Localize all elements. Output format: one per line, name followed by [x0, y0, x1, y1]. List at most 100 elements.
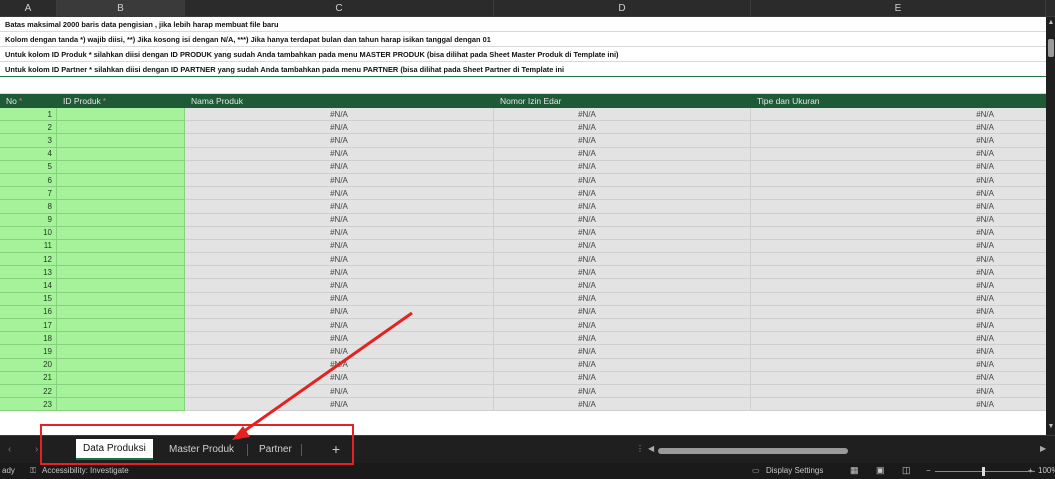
cell-no[interactable]: 17	[0, 319, 57, 333]
cell-tipe-dan-ukuran[interactable]: #N/A	[751, 279, 1046, 293]
cell-nama-produk[interactable]: #N/A	[185, 384, 494, 399]
zoom-slider-thumb[interactable]	[982, 467, 985, 476]
zoom-out-button[interactable]: −	[926, 466, 931, 475]
scroll-left-icon[interactable]: ◀	[648, 444, 654, 453]
cell-nama-produk[interactable]: #N/A	[185, 239, 494, 254]
accessibility-icon[interactable]: ⚿	[30, 466, 36, 476]
display-settings-button[interactable]: Display Settings	[766, 466, 823, 475]
cell-no[interactable]: 14	[0, 279, 57, 293]
cell-nama-produk[interactable]: #N/A	[185, 358, 494, 372]
display-settings-icon[interactable]: ▭	[752, 466, 760, 475]
cell-tipe-dan-ukuran[interactable]: #N/A	[751, 121, 1046, 135]
header-tipe-dan-ukuran[interactable]: Tipe dan Ukuran	[751, 94, 1046, 108]
cell-id-produk[interactable]	[57, 121, 185, 135]
cell-nomor-izin-edar[interactable]: #N/A	[494, 108, 751, 122]
column-header-c[interactable]: C	[185, 0, 494, 17]
cell-nama-produk[interactable]: #N/A	[185, 226, 494, 240]
cell-nama-produk[interactable]: #N/A	[185, 187, 494, 201]
note-row-1[interactable]: Batas maksimal 2000 baris data pengisian…	[0, 17, 1046, 32]
cell-nama-produk[interactable]: #N/A	[185, 305, 494, 319]
more-options-icon[interactable]: ⋮	[636, 444, 644, 453]
cell-id-produk[interactable]	[57, 200, 185, 214]
cell-no[interactable]: 16	[0, 305, 57, 319]
cell-nama-produk[interactable]: #N/A	[185, 253, 494, 267]
column-header-d[interactable]: D	[494, 0, 751, 17]
cell-no[interactable]: 2	[0, 121, 57, 135]
cell-id-produk[interactable]	[57, 226, 185, 240]
zoom-level[interactable]: 100%	[1038, 466, 1055, 475]
cell-id-produk[interactable]	[57, 332, 185, 346]
cell-nomor-izin-edar[interactable]: #N/A	[494, 292, 751, 306]
cell-no[interactable]: 21	[0, 371, 57, 385]
cell-tipe-dan-ukuran[interactable]: #N/A	[751, 134, 1046, 148]
cell-nama-produk[interactable]: #N/A	[185, 319, 494, 333]
cell-id-produk[interactable]	[57, 279, 185, 293]
cell-id-produk[interactable]	[57, 213, 185, 227]
tab-master-produk[interactable]: Master Produk	[162, 439, 241, 460]
cell-nomor-izin-edar[interactable]: #N/A	[494, 134, 751, 148]
cell-no[interactable]: 5	[0, 160, 57, 174]
tab-data-produksi[interactable]: Data Produksi	[76, 439, 153, 460]
zoom-in-button[interactable]: +	[1028, 466, 1033, 475]
cell-tipe-dan-ukuran[interactable]: #N/A	[751, 332, 1046, 346]
cell-nomor-izin-edar[interactable]: #N/A	[494, 187, 751, 201]
cell-nomor-izin-edar[interactable]: #N/A	[494, 332, 751, 346]
cell-id-produk[interactable]	[57, 160, 185, 174]
cell-tipe-dan-ukuran[interactable]: #N/A	[751, 345, 1046, 359]
horizontal-scroll-thumb[interactable]	[658, 448, 848, 454]
cell-no[interactable]: 12	[0, 253, 57, 267]
cell-no[interactable]: 15	[0, 292, 57, 306]
cell-nama-produk[interactable]: #N/A	[185, 345, 494, 359]
tab-partner[interactable]: Partner	[252, 439, 299, 460]
cell-tipe-dan-ukuran[interactable]: #N/A	[751, 305, 1046, 319]
cell-nama-produk[interactable]: #N/A	[185, 121, 494, 135]
cell-nama-produk[interactable]: #N/A	[185, 266, 494, 280]
cell-tipe-dan-ukuran[interactable]: #N/A	[751, 226, 1046, 240]
column-header-b[interactable]: B	[57, 0, 185, 17]
cell-nama-produk[interactable]: #N/A	[185, 173, 494, 188]
cell-id-produk[interactable]	[57, 358, 185, 372]
cell-nama-produk[interactable]: #N/A	[185, 332, 494, 346]
cell-tipe-dan-ukuran[interactable]: #N/A	[751, 108, 1046, 122]
cell-id-produk[interactable]	[57, 173, 185, 188]
cell-no[interactable]: 6	[0, 173, 57, 188]
cell-id-produk[interactable]	[57, 305, 185, 319]
cell-nama-produk[interactable]: #N/A	[185, 108, 494, 122]
cell-id-produk[interactable]	[57, 108, 185, 122]
cell-nama-produk[interactable]: #N/A	[185, 213, 494, 227]
note-row-4[interactable]: Untuk kolom ID Partner * silahkan diisi …	[0, 62, 1046, 77]
note-row-3[interactable]: Untuk kolom ID Produk * silahkan diisi d…	[0, 47, 1046, 62]
cell-no[interactable]: 8	[0, 200, 57, 214]
cell-no[interactable]: 4	[0, 147, 57, 161]
chevron-right-icon[interactable]: ›	[35, 444, 38, 455]
column-header-e[interactable]: E	[751, 0, 1046, 17]
cell-tipe-dan-ukuran[interactable]: #N/A	[751, 384, 1046, 399]
spreadsheet-grid[interactable]: Batas maksimal 2000 baris data pengisian…	[0, 17, 1046, 435]
note-row-2[interactable]: Kolom dengan tanda *) wajib diisi, **) J…	[0, 32, 1046, 47]
header-no[interactable]: No *	[0, 94, 57, 108]
cell-no[interactable]: 11	[0, 239, 57, 254]
cell-tipe-dan-ukuran[interactable]: #N/A	[751, 319, 1046, 333]
cell-nama-produk[interactable]: #N/A	[185, 398, 494, 412]
cell-id-produk[interactable]	[57, 398, 185, 412]
cell-nomor-izin-edar[interactable]: #N/A	[494, 345, 751, 359]
cell-nomor-izin-edar[interactable]: #N/A	[494, 253, 751, 267]
cell-nomor-izin-edar[interactable]: #N/A	[494, 200, 751, 214]
scroll-right-icon[interactable]: ▶	[1040, 444, 1046, 453]
cell-tipe-dan-ukuran[interactable]: #N/A	[751, 147, 1046, 161]
cell-no[interactable]: 3	[0, 134, 57, 148]
cell-no[interactable]: 1	[0, 108, 57, 122]
cell-id-produk[interactable]	[57, 253, 185, 267]
cell-no[interactable]: 7	[0, 187, 57, 201]
cell-tipe-dan-ukuran[interactable]: #N/A	[751, 292, 1046, 306]
chevron-left-icon[interactable]: ‹	[8, 444, 11, 455]
scroll-up-icon[interactable]: ▲	[1047, 19, 1055, 26]
cell-nomor-izin-edar[interactable]: #N/A	[494, 358, 751, 372]
cell-tipe-dan-ukuran[interactable]: #N/A	[751, 253, 1046, 267]
cell-nama-produk[interactable]: #N/A	[185, 292, 494, 306]
cell-tipe-dan-ukuran[interactable]: #N/A	[751, 266, 1046, 280]
cell-nomor-izin-edar[interactable]: #N/A	[494, 398, 751, 412]
cell-nomor-izin-edar[interactable]: #N/A	[494, 239, 751, 254]
cell-nomor-izin-edar[interactable]: #N/A	[494, 121, 751, 135]
cell-tipe-dan-ukuran[interactable]: #N/A	[751, 213, 1046, 227]
